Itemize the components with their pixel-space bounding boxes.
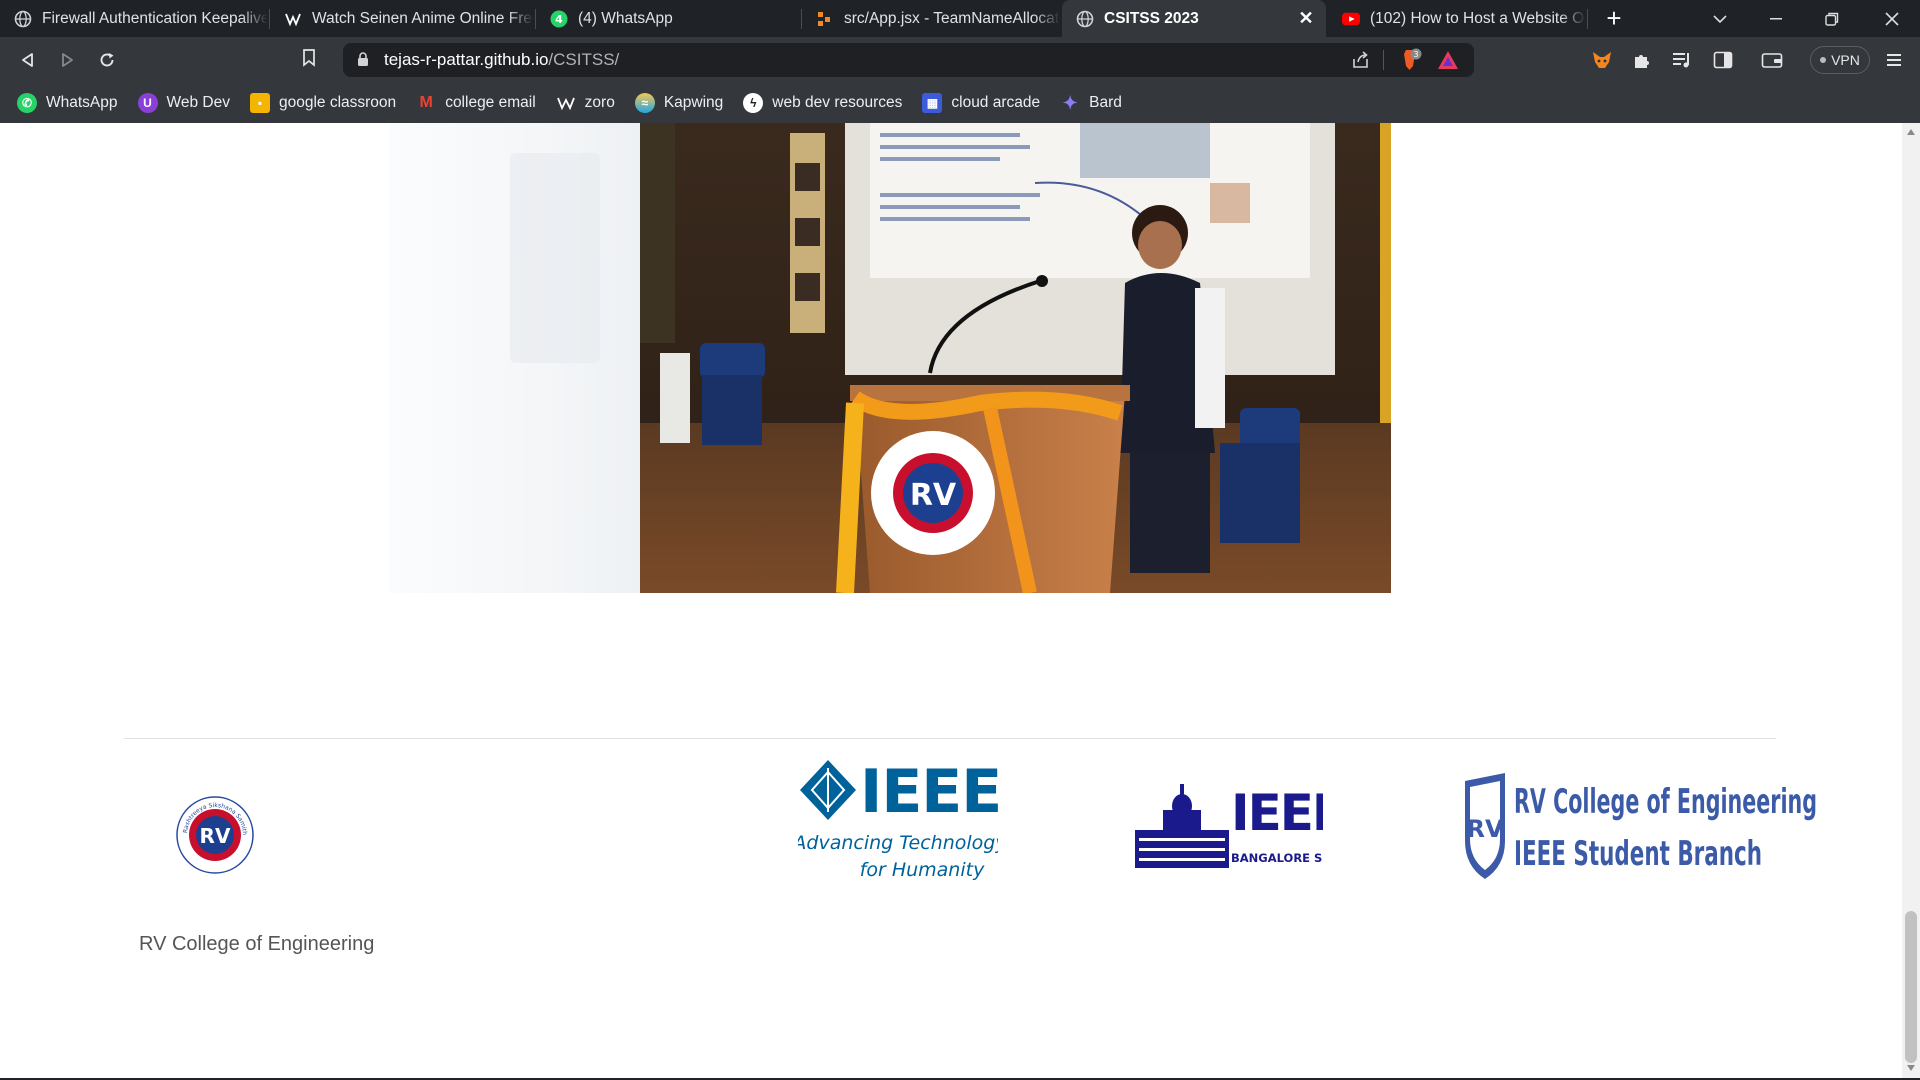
zoro-icon xyxy=(556,93,576,113)
bookmark-bard[interactable]: ✦ Bard xyxy=(1060,93,1122,113)
tab-search-icon[interactable] xyxy=(1692,0,1748,37)
arcade-icon: ▦ xyxy=(922,93,943,113)
restore-button[interactable] xyxy=(1804,0,1860,37)
tab-seinen[interactable]: Watch Seinen Anime Online Free xyxy=(270,0,534,37)
lock-icon[interactable] xyxy=(357,52,369,72)
playlist-icon[interactable] xyxy=(1670,48,1694,72)
tab-strip: Firewall Authentication Keepalive Watch … xyxy=(0,0,1920,37)
bookmarks-bar: ✆ WhatsApp U Web Dev ▪ google classroon … xyxy=(0,83,1920,123)
gmail-icon: M xyxy=(419,94,433,111)
back-button[interactable] xyxy=(14,46,42,74)
codesandbox-icon xyxy=(816,10,834,28)
svg-text:RV: RV xyxy=(200,824,231,848)
bookmark-web-dev-resources[interactable]: ϟ web dev resources xyxy=(743,93,902,113)
metamask-icon[interactable] xyxy=(1590,48,1614,72)
whatsapp-icon: 4 xyxy=(550,10,568,28)
ieee-logo: IEEE Advancing Technology for Humanity xyxy=(791,757,1007,893)
extensions-icon[interactable] xyxy=(1630,48,1654,72)
zoro-icon xyxy=(284,10,302,28)
globe-icon xyxy=(1076,10,1094,28)
bookmark-kapwing[interactable]: ≈ Kapwing xyxy=(634,93,723,113)
bookmark-cloud-arcade[interactable]: ▦ cloud arcade xyxy=(922,93,1040,113)
tab-whatsapp[interactable]: 4 (4) WhatsApp xyxy=(536,0,800,37)
tab-youtube[interactable]: (102) How to Host a Website On xyxy=(1328,0,1586,37)
svg-text:3: 3 xyxy=(1413,50,1418,59)
tab-codesandbox[interactable]: src/App.jsx - TeamNameAllocator xyxy=(802,0,1060,37)
new-tab-button[interactable]: + xyxy=(1600,4,1628,32)
web-dev-icon: U xyxy=(137,93,158,113)
page-scrollbar[interactable] xyxy=(1902,123,1920,1078)
address-bar[interactable]: tejas-r-pattar.github.io/CSITSS/ 3 xyxy=(343,43,1474,77)
scroll-down-arrow-icon[interactable] xyxy=(1907,1065,1915,1071)
brave-shield-icon[interactable]: 3 xyxy=(1396,48,1422,77)
svg-text:BANGALORE SECTION: BANGALORE SECTION xyxy=(1231,851,1323,865)
footer-college-name: RV College of Engineering xyxy=(139,933,375,955)
tab-csitss[interactable]: CSITSS 2023 ✕ xyxy=(1062,0,1326,37)
svg-text:RV: RV xyxy=(910,478,957,513)
carousel-faded-slide xyxy=(390,123,640,593)
event-photo: RV xyxy=(640,123,1391,593)
share-icon[interactable] xyxy=(1351,51,1371,74)
tab-firewall[interactable]: Firewall Authentication Keepalive xyxy=(0,0,268,37)
svg-text:IEEE: IEEE xyxy=(1231,784,1323,842)
wallet-icon[interactable] xyxy=(1760,48,1784,72)
bookmark-icon[interactable] xyxy=(302,49,316,72)
brave-rewards-icon[interactable] xyxy=(1437,50,1459,75)
bookmark-college-email[interactable]: M college email xyxy=(416,93,536,113)
close-window-button[interactable] xyxy=(1864,0,1920,37)
svg-text:IEEE: IEEE xyxy=(860,758,998,827)
classroom-icon: ▪ xyxy=(249,93,270,113)
bookmark-zoro[interactable]: zoro xyxy=(556,93,615,113)
svg-text:RV College of Engineering: RV College of Engineering xyxy=(1514,782,1817,822)
reload-button[interactable] xyxy=(93,46,121,74)
ieee-bangalore-section-logo: IEEE BANGALORE SECTION xyxy=(1133,780,1370,880)
page-viewport: RV RV Rashtreeya Sikshana Samithi Trust … xyxy=(0,123,1902,1078)
bookmark-whatsapp[interactable]: ✆ WhatsApp xyxy=(17,93,118,113)
scrollbar-thumb[interactable] xyxy=(1905,911,1917,1063)
rvce-ieee-student-branch-logo: RV RV College of Engineering IEEE Studen… xyxy=(1460,771,1820,886)
url-text[interactable]: tejas-r-pattar.github.io/CSITSS/ xyxy=(384,50,619,70)
vpn-button[interactable]: VPN xyxy=(1810,46,1870,74)
menu-icon[interactable] xyxy=(1882,48,1906,72)
globe-icon xyxy=(14,10,32,28)
youtube-icon xyxy=(1342,10,1360,28)
navigation-toolbar: tejas-r-pattar.github.io/CSITSS/ 3 VPN xyxy=(0,37,1920,83)
whatsapp-icon: ✆ xyxy=(17,93,37,113)
close-tab-icon[interactable]: ✕ xyxy=(1298,9,1314,27)
svg-text:for Humanity: for Humanity xyxy=(860,859,985,881)
svg-text:Advancing Technology: Advancing Technology xyxy=(798,832,998,854)
bard-icon: ✦ xyxy=(1062,92,1078,113)
bolt-icon: ϟ xyxy=(743,93,764,113)
rv-institutions-logo: RV Rashtreeya Sikshana Samithi Trust xyxy=(173,790,255,880)
minimize-button[interactable] xyxy=(1748,0,1804,37)
bookmark-google-classroom[interactable]: ▪ google classroon xyxy=(249,93,396,113)
svg-text:IEEE Student Branch: IEEE Student Branch xyxy=(1514,834,1762,874)
sidebar-icon[interactable] xyxy=(1711,48,1735,72)
forward-button[interactable] xyxy=(53,46,81,74)
scroll-up-arrow-icon[interactable] xyxy=(1907,129,1915,135)
svg-text:4: 4 xyxy=(555,13,563,26)
kapwing-icon: ≈ xyxy=(634,93,655,113)
bookmark-web-dev[interactable]: U Web Dev xyxy=(137,93,230,113)
svg-text:RV: RV xyxy=(1466,815,1503,843)
footer-divider xyxy=(124,738,1776,739)
